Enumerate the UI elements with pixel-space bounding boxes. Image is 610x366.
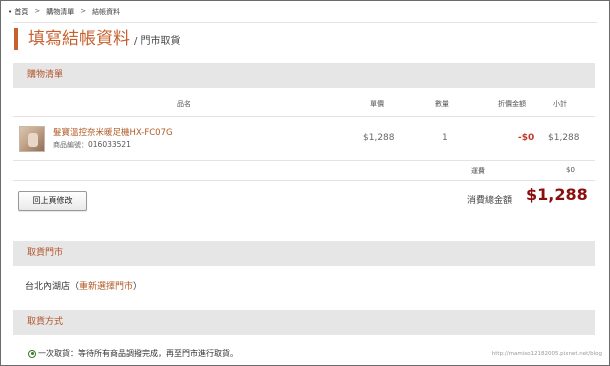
pickup-option-label: 一次取貨：等待所有商品調撥完成，再至門市進行取貨。 <box>38 349 238 358</box>
watermark: http://mamiso12182005.pixnet.net/blog <box>491 351 602 357</box>
pickup-method-section-header: 取貨方式 <box>13 310 595 335</box>
total-value: $1,288 <box>526 185 588 204</box>
back-edit-button[interactable]: 回上頁修改 <box>18 191 87 211</box>
page-title: 填寫結帳資料 <box>28 29 130 49</box>
breadcrumb-item-checkout: 結帳資料 <box>92 8 121 16</box>
product-code-value: 016033521 <box>88 140 131 149</box>
item-discount: -$0 <box>518 133 535 143</box>
shipping-row: 運費 $0 <box>13 164 595 178</box>
radio-selected-icon[interactable] <box>28 349 36 358</box>
reselect-store-link[interactable]: 重新選擇門市 <box>79 282 133 292</box>
row-divider <box>13 160 595 161</box>
total-label: 消費總金額 <box>467 196 513 206</box>
store-name: 台北內湖店 <box>25 282 71 292</box>
column-header-subtotal: 小計 <box>553 100 567 108</box>
breadcrumb-separator: > <box>80 7 87 15</box>
cart-table-header: 品名 單價 數量 折價金額 小計 <box>13 90 595 116</box>
item-qty: 1 <box>442 133 448 143</box>
column-header-price: 單價 <box>370 100 384 108</box>
column-header-name: 品名 <box>177 100 191 108</box>
cart-section-header: 購物清單 <box>13 63 595 88</box>
product-name-link[interactable]: 髮寶溫控奈米暖足機HX-FC07G <box>53 126 173 138</box>
column-header-qty: 數量 <box>435 100 449 108</box>
paren-close: ） <box>133 282 143 292</box>
breadcrumb: • 首頁 > 購物清單 > 結帳資料 <box>8 7 120 17</box>
row-divider <box>13 180 595 181</box>
store-info: 台北內湖店（重新選擇門市） <box>25 279 142 292</box>
pickup-option[interactable]: 一次取貨：等待所有商品調撥完成，再至門市進行取貨。 <box>28 348 238 359</box>
product-code: 商品編號：016033521 <box>53 140 131 150</box>
page-subtitle: / 門市取貨 <box>134 36 181 47</box>
product-thumbnail[interactable] <box>19 126 45 152</box>
shipping-value: $0 <box>566 166 575 174</box>
breadcrumb-separator: > <box>34 7 41 15</box>
column-header-discount: 折價金額 <box>498 100 526 108</box>
row-divider <box>13 116 595 117</box>
item-price: $1,288 <box>363 133 395 143</box>
page-heading: 填寫結帳資料 / 門市取貨 <box>14 28 181 50</box>
paren-open: （ <box>70 282 80 292</box>
product-code-label: 商品編號： <box>53 141 88 149</box>
item-subtotal: $1,288 <box>548 133 580 143</box>
store-section-header: 取貨門市 <box>13 241 595 266</box>
breadcrumb-item-cart[interactable]: 購物清單 <box>46 7 74 17</box>
divider <box>13 22 597 23</box>
cart-item-row: 髮寶溫控奈米暖足機HX-FC07G 商品編號：016033521 $1,288 … <box>13 118 595 160</box>
shipping-label: 運費 <box>471 167 485 175</box>
breadcrumb-item-home[interactable]: • 首頁 <box>8 7 28 17</box>
